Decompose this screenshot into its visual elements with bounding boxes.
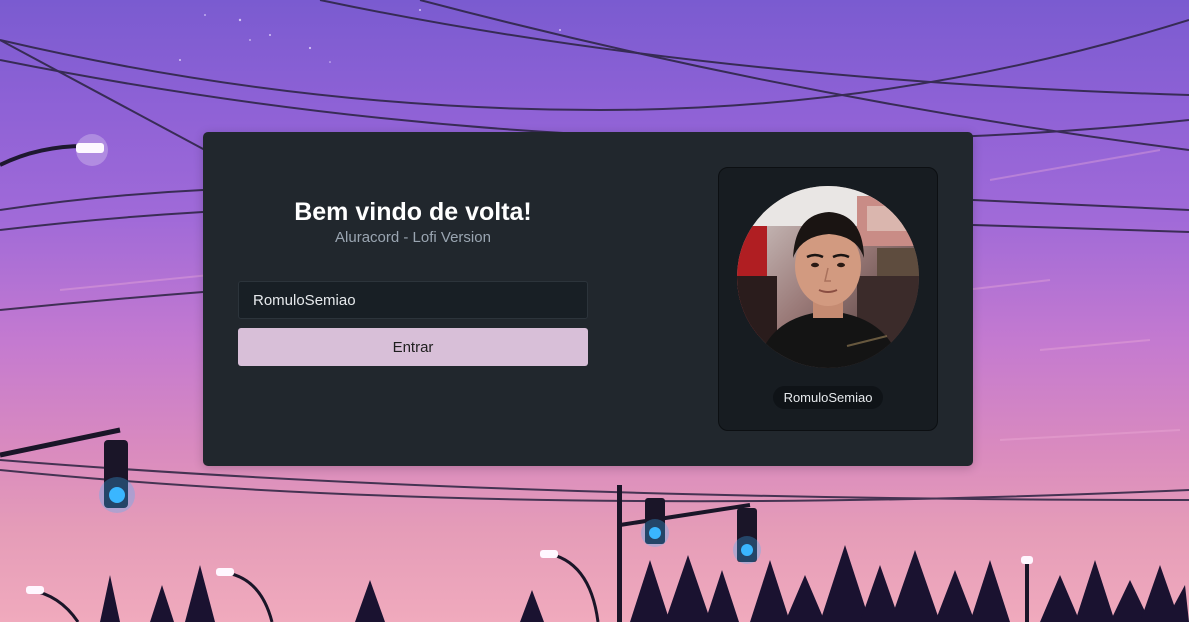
login-form: Bem vindo de volta! Aluracord - Lofi Ver… [238,132,588,466]
profile-username: RomuloSemiao [772,386,884,409]
profile-photo-panel: RomuloSemiao [718,167,938,431]
enter-button[interactable]: Entrar [238,328,588,366]
login-card: Bem vindo de volta! Aluracord - Lofi Ver… [203,132,973,466]
profile-username-tag: RomuloSemiao [719,386,937,409]
welcome-title: Bem vindo de volta! [294,198,532,226]
app-subtitle: Aluracord - Lofi Version [335,229,491,246]
username-input[interactable] [238,281,588,319]
avatar-image [737,186,919,368]
avatar [737,186,919,368]
